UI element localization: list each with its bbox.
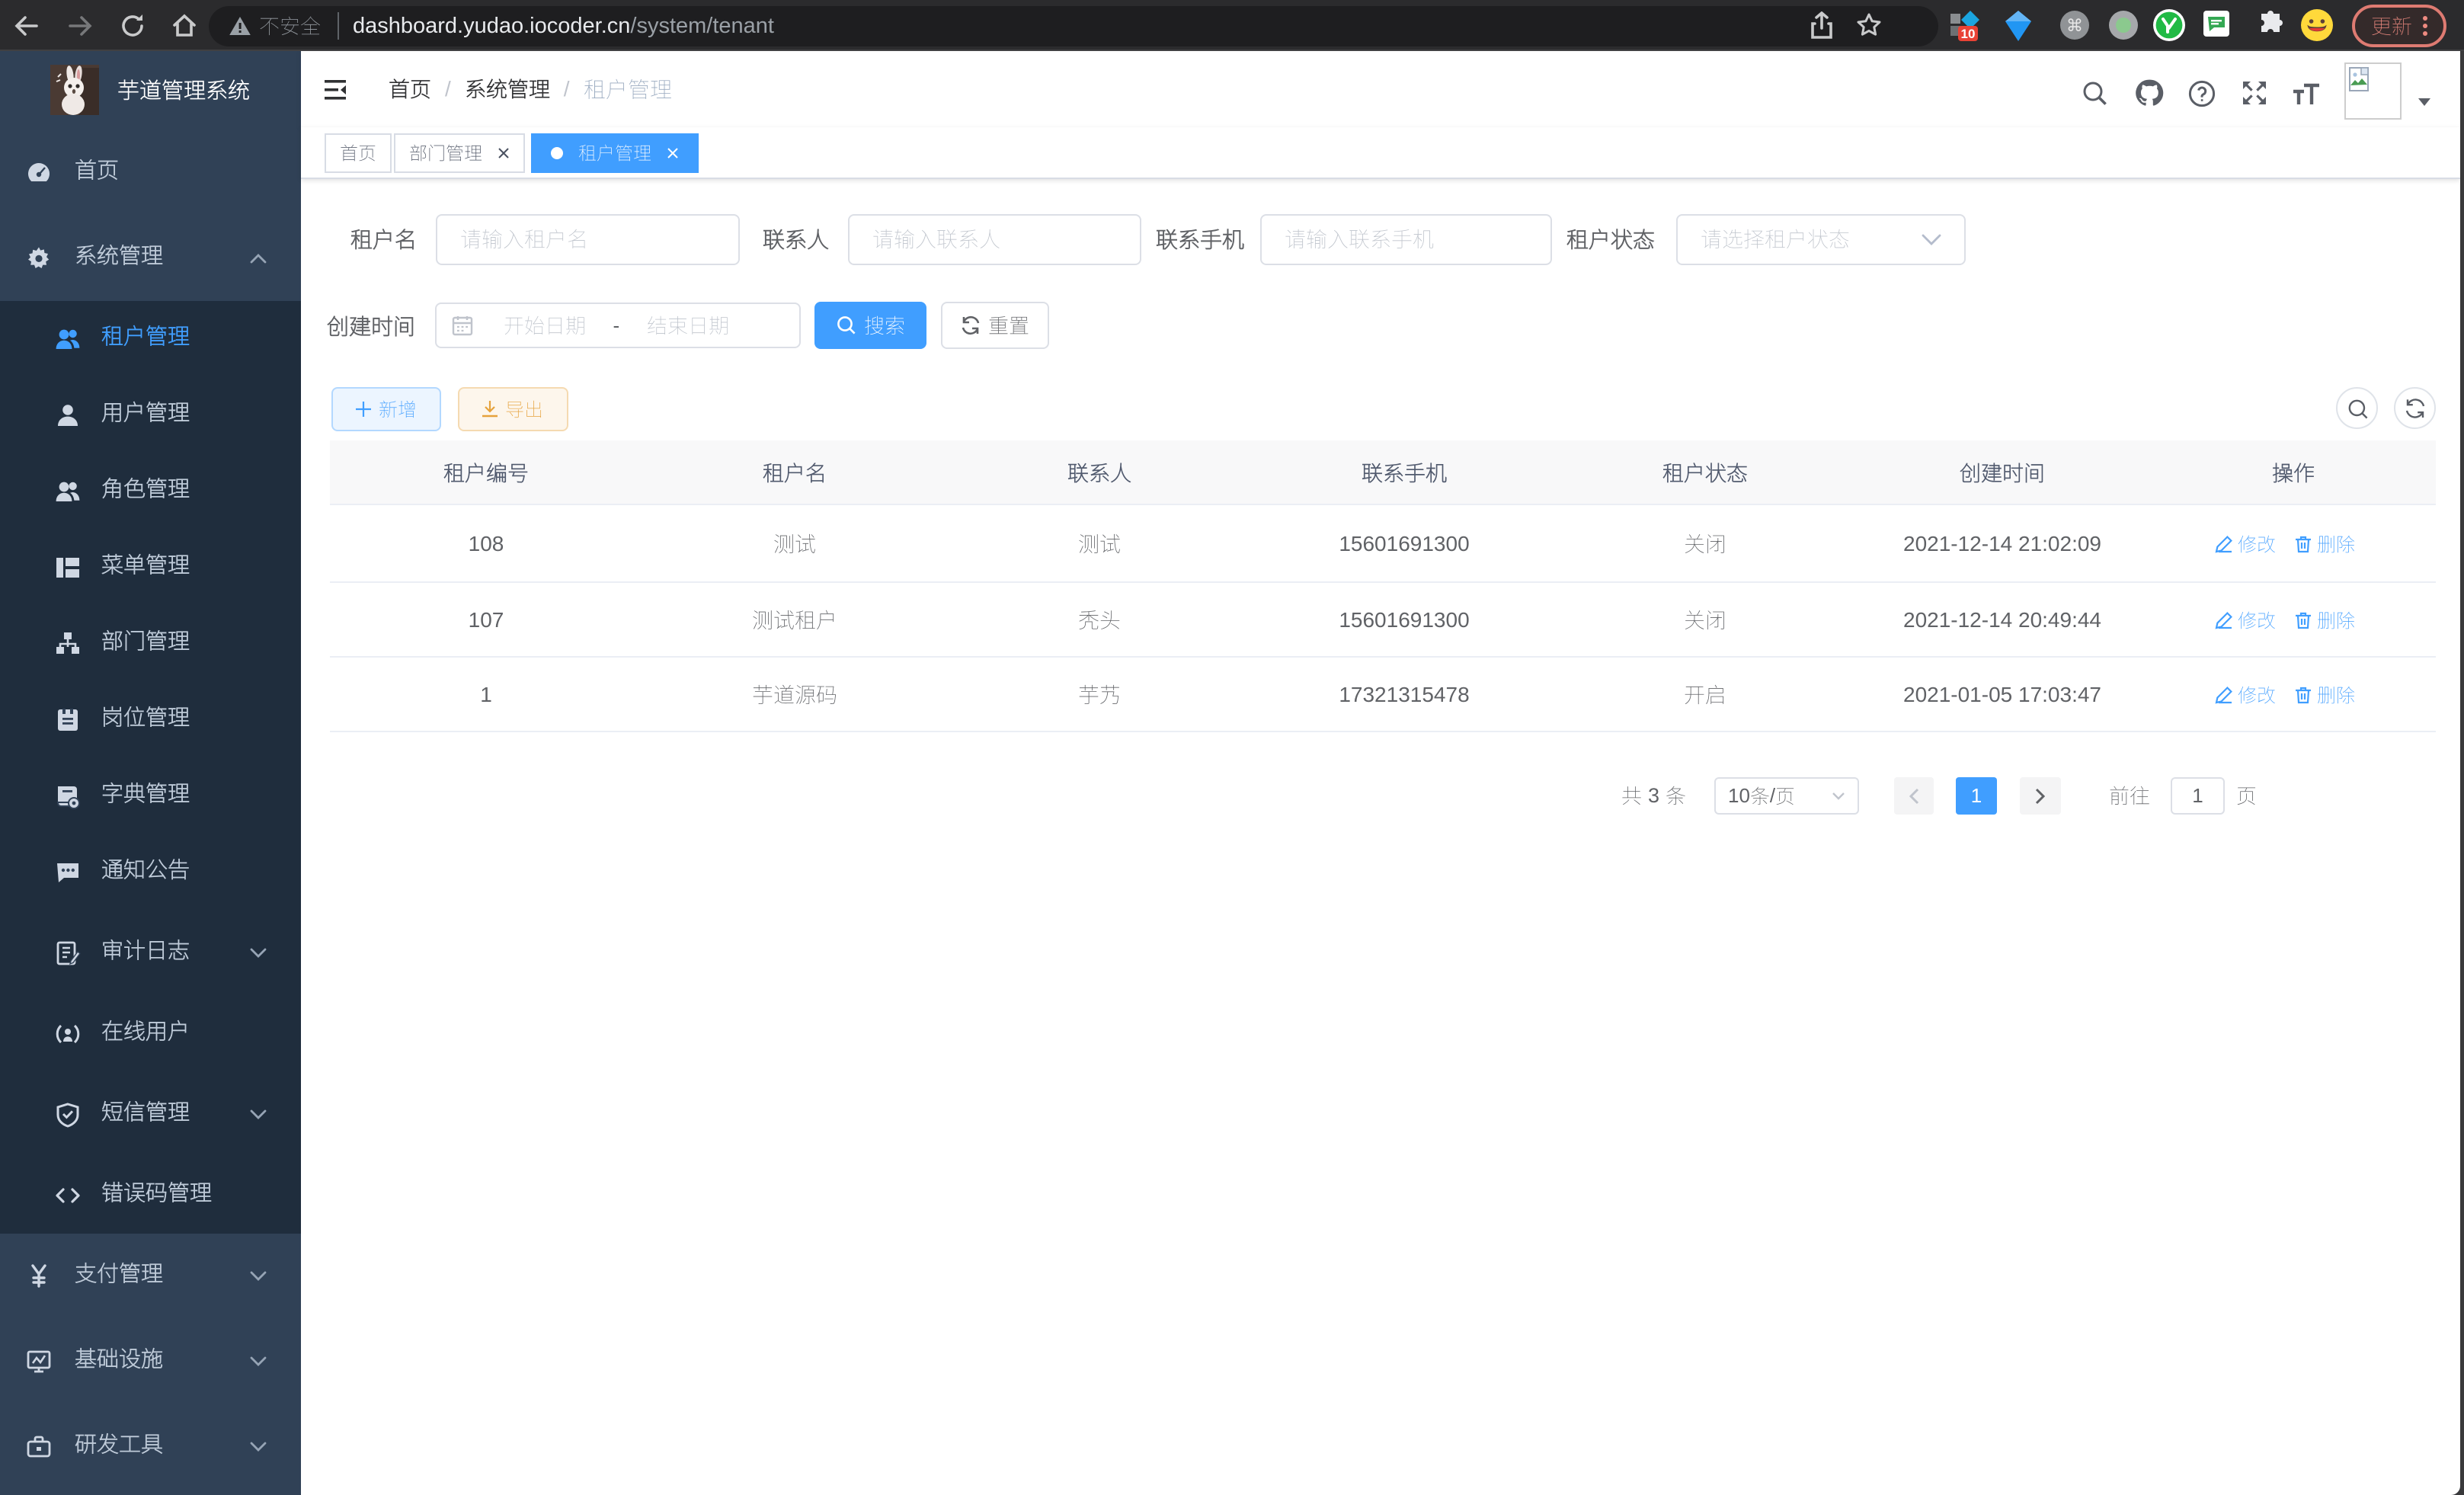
svg-text:10: 10 <box>1961 27 1976 41</box>
svg-text:⌘: ⌘ <box>2066 16 2083 35</box>
